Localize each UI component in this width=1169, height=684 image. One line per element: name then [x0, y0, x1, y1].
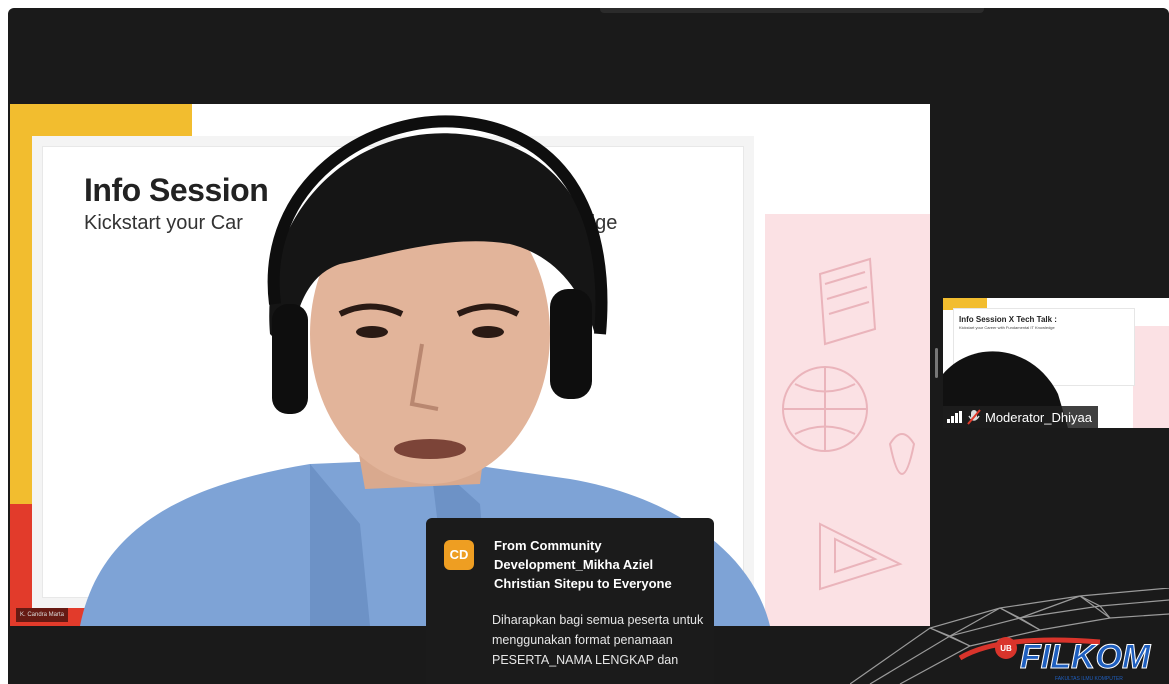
- thumb-slide-title: Info Session X Tech Talk :: [959, 315, 1057, 324]
- logo-tagline-text: FAKULTAS ILMU KOMPUTER: [1055, 676, 1123, 682]
- meeting-window: Info Session Kickstart your Car edge K. …: [8, 8, 1169, 684]
- chat-notification[interactable]: CD From Community Development_Mikha Azie…: [426, 518, 714, 684]
- top-toolbar-strip[interactable]: [600, 8, 984, 13]
- participant-thumbnail[interactable]: Info Session X Tech Talk : Kickstart you…: [943, 298, 1169, 428]
- thumb-slide-pink-panel: [1133, 326, 1169, 428]
- thumbnail-drag-handle[interactable]: [935, 348, 938, 378]
- mic-muted-icon: [967, 409, 981, 425]
- sender-avatar: CD: [444, 540, 474, 570]
- speaker-name-tag: K. Candra Marta: [16, 608, 69, 622]
- logo-name-text: FILKOM: [1020, 638, 1151, 676]
- thumbnail-name-bar: Moderator_Dhiyaa: [943, 406, 1098, 428]
- signal-bars-icon: [947, 411, 962, 423]
- thumb-slide-subtitle: Kickstart your Career with Fundamental I…: [959, 325, 1055, 330]
- chat-sender-label: From Community Development_Mikha Aziel C…: [494, 538, 672, 591]
- filkom-logo: UB FILKOM FAKULTAS ILMU KOMPUTER: [850, 588, 1169, 684]
- logo-badge-text: UB: [1000, 644, 1012, 653]
- thumbnail-participant-name: Moderator_Dhiyaa: [985, 409, 1092, 425]
- chat-message-text: Diharapkan bagi semua peserta untuk meng…: [492, 613, 704, 667]
